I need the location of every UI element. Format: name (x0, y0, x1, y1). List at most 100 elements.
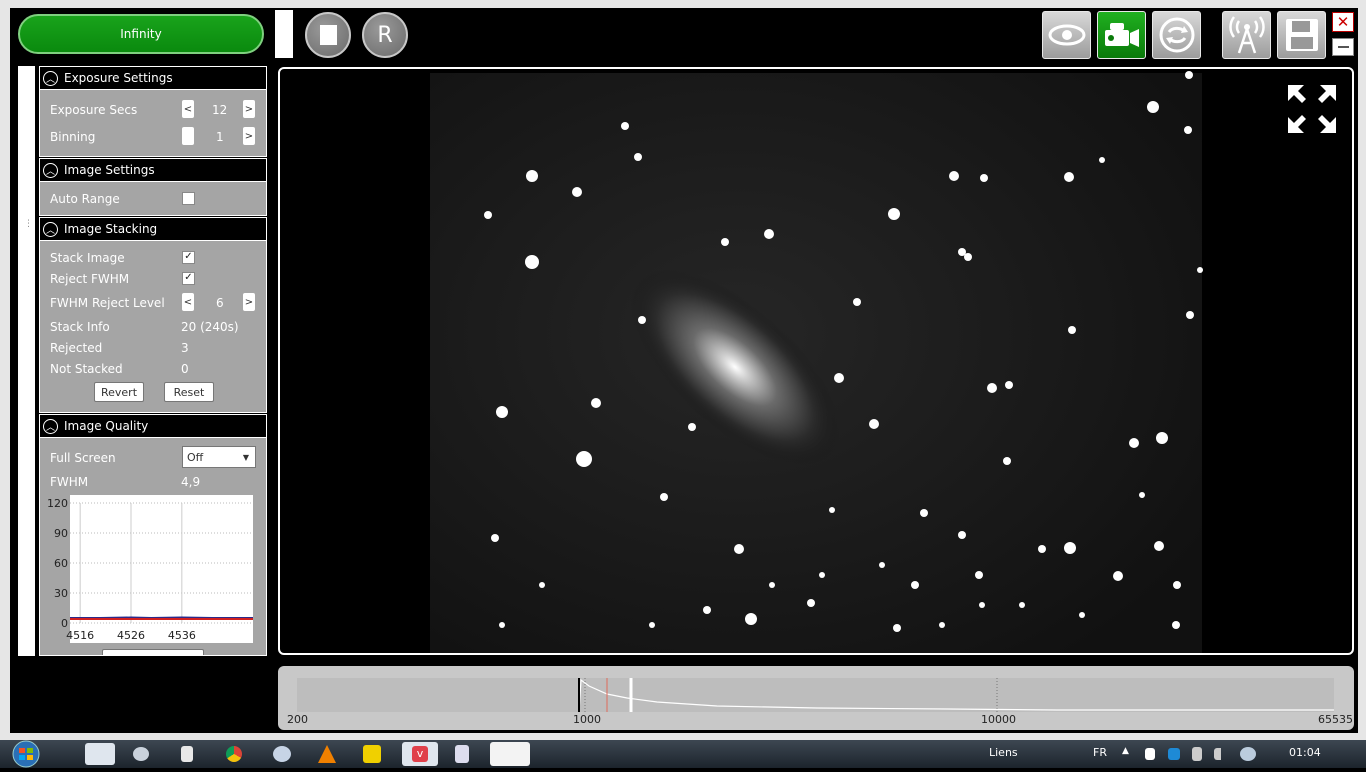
eye-icon (1048, 24, 1085, 46)
full-screen-select[interactable]: Off ▼ (182, 446, 256, 468)
r-button[interactable]: R (362, 12, 408, 58)
star (893, 624, 901, 632)
taskbar-explorer-icon[interactable] (85, 743, 115, 765)
taskbar-language[interactable]: FR (1093, 746, 1107, 759)
exposure-settings-header[interactable]: ︿ Exposure Settings (40, 67, 266, 90)
star (1139, 492, 1145, 498)
exposure-settings-panel: ︿ Exposure Settings Exposure Secs < 12 >… (39, 66, 267, 157)
sky-background (430, 73, 1202, 653)
panel-collapse-strip[interactable] (18, 66, 35, 656)
star (721, 238, 729, 246)
window-border-left (0, 0, 10, 738)
preview-button[interactable] (1042, 11, 1091, 59)
fullscreen-icon[interactable] (1286, 83, 1338, 135)
splitter-grip-icon[interactable]: ⋮ (24, 220, 33, 229)
taskbar-active-window-button[interactable] (490, 742, 530, 766)
chart-bottom-button[interactable] (102, 649, 204, 655)
reset-button[interactable]: Reset (164, 382, 214, 402)
image-quality-title: Image Quality (64, 419, 149, 433)
star (834, 373, 844, 383)
binning-decrease-button[interactable] (182, 127, 194, 145)
stop-icon (319, 25, 337, 45)
tray-signal-icon[interactable] (1214, 748, 1228, 760)
taskbar-vlc-icon[interactable] (318, 745, 336, 763)
taskbar-app-icon[interactable] (455, 745, 469, 763)
window-border-right (1358, 0, 1366, 738)
image-viewport[interactable] (278, 67, 1354, 655)
taskbar-clock[interactable]: 01:04 (1289, 746, 1321, 759)
image-quality-header[interactable]: ︿ Image Quality (40, 415, 266, 438)
tray-flag-icon[interactable] (1145, 748, 1155, 760)
star (703, 606, 711, 614)
star (1038, 545, 1046, 553)
star (1064, 542, 1076, 554)
start-button[interactable] (6, 740, 44, 768)
connect-button[interactable] (1222, 11, 1271, 59)
collapse-chevron-icon: ︿ (43, 162, 58, 178)
close-button[interactable]: ✕ (1332, 12, 1354, 32)
star (964, 253, 972, 261)
histogram-plot[interactable] (297, 678, 1334, 712)
tray-volume-icon[interactable] (1240, 747, 1256, 761)
star (1068, 326, 1076, 334)
loop-button[interactable] (1152, 11, 1201, 59)
auto-range-checkbox[interactable] (182, 192, 195, 205)
star (1003, 457, 1011, 465)
tray-expand-icon[interactable]: ▲ (1122, 746, 1129, 756)
histogram-tick-1000: 1000 (573, 713, 601, 726)
star (688, 423, 696, 431)
star (975, 571, 983, 579)
star (939, 622, 945, 628)
star (1154, 541, 1164, 551)
video-capture-button[interactable] (1097, 11, 1146, 59)
star (1197, 267, 1203, 273)
star (539, 582, 545, 588)
not-stacked-label: Not Stacked (50, 362, 123, 376)
taskbar-network-icon[interactable] (133, 747, 149, 761)
chevron-down-icon: ▼ (242, 452, 249, 462)
exposure-decrease-button[interactable]: < (182, 100, 194, 118)
taskbar-chrome-icon[interactable] (226, 746, 242, 762)
star (1129, 438, 1139, 448)
star (1185, 71, 1193, 79)
fwhm-chart: 12090603004516 4526 4536 (48, 495, 253, 643)
taskbar-bug-icon[interactable] (181, 746, 193, 762)
fwhm-level-decrease-button[interactable]: < (182, 293, 194, 311)
fwhm-reject-level-value[interactable]: 6 (216, 296, 224, 310)
fwhm-label: FWHM (50, 475, 89, 489)
exposure-increase-button[interactable]: > (243, 100, 255, 118)
star (638, 316, 646, 324)
binning-value[interactable]: 1 (216, 130, 224, 144)
binning-increase-button[interactable]: > (243, 127, 255, 145)
image-settings-header[interactable]: ︿ Image Settings (40, 159, 266, 182)
star (734, 544, 744, 554)
tray-dropbox-icon[interactable] (1168, 748, 1180, 760)
taskbar-liens-toolbar[interactable]: Liens (989, 746, 1018, 759)
stack-image-checkbox[interactable]: ✓ (182, 251, 195, 264)
taskbar-weather-icon[interactable] (273, 746, 291, 762)
star (958, 531, 966, 539)
chart-plot-area (70, 495, 253, 643)
star (819, 572, 825, 578)
image-stacking-header[interactable]: ︿ Image Stacking (40, 218, 266, 241)
window-border-top (0, 0, 1366, 8)
star (621, 122, 629, 130)
taskbar-vivaldi-button[interactable]: v (402, 742, 438, 766)
fwhm-level-increase-button[interactable]: > (243, 293, 255, 311)
reject-fwhm-checkbox[interactable]: ✓ (182, 272, 195, 285)
save-button[interactable] (1277, 11, 1326, 59)
revert-button[interactable]: Revert (94, 382, 144, 402)
collapse-chevron-icon: ︿ (43, 418, 58, 434)
exposure-secs-value[interactable]: 12 (212, 103, 227, 117)
taskbar-player-icon[interactable] (363, 745, 381, 763)
stack-info-value: 20 (240s) (181, 320, 239, 334)
histogram-tick-65535: 65535 (1318, 713, 1353, 726)
stop-button[interactable] (305, 12, 351, 58)
tray-device-icon[interactable] (1192, 747, 1202, 761)
star (979, 602, 985, 608)
minimize-button[interactable] (1332, 38, 1354, 56)
star (525, 255, 539, 269)
vivaldi-icon: v (412, 746, 428, 762)
antenna-icon (1228, 16, 1265, 54)
infinity-button[interactable]: Infinity (18, 14, 264, 54)
